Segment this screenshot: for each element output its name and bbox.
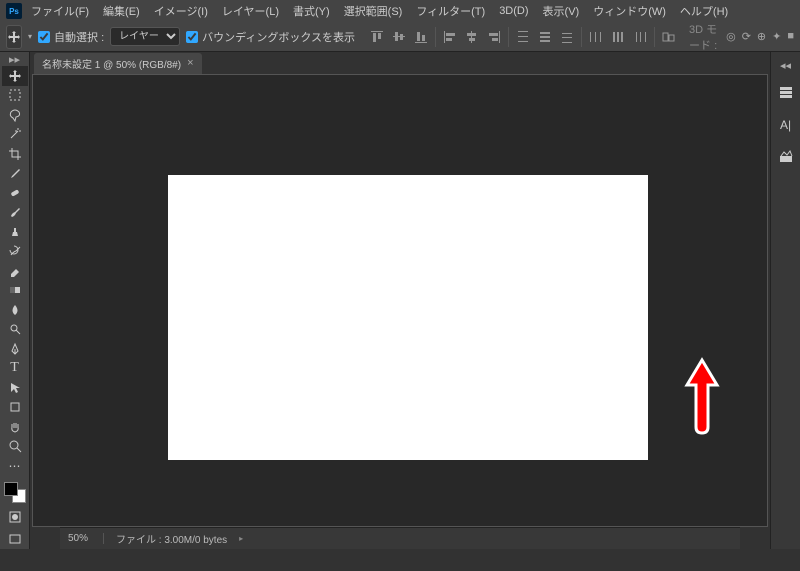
canvas-area[interactable] [32, 74, 768, 527]
lasso-tool[interactable] [2, 105, 28, 125]
distribute-top-icon[interactable] [513, 27, 533, 47]
menu-layer[interactable]: レイヤー(L) [217, 1, 284, 21]
scale-3d-icon[interactable]: ■ [787, 30, 794, 43]
foreground-color-swatch[interactable] [4, 482, 18, 496]
marquee-tool[interactable] [2, 86, 28, 106]
menu-bar: Ps ファイル(F) 編集(E) イメージ(I) レイヤー(L) 書式(Y) 選… [0, 0, 800, 22]
show-bounding-checkbox[interactable] [186, 31, 198, 43]
layer-select[interactable]: レイヤー [110, 27, 180, 46]
distribute-left-icon[interactable] [586, 27, 606, 47]
blur-tool[interactable] [2, 300, 28, 320]
menu-window[interactable]: ウィンドウ(W) [588, 1, 671, 21]
roll-3d-icon[interactable]: ⟳ [742, 30, 751, 43]
options-bar: ▾ 自動選択 : レイヤー バウンディングボックスを表示 3D モード : ◎ … [0, 22, 800, 52]
menu-edit[interactable]: 編集(E) [98, 1, 145, 21]
eyedropper-tool[interactable] [2, 164, 28, 184]
align-vcenter-icon[interactable] [389, 27, 409, 47]
auto-align-icon[interactable] [659, 27, 679, 47]
show-bounding-option[interactable]: バウンディングボックスを表示 [186, 29, 355, 45]
distribute-hcenter-icon[interactable] [608, 27, 628, 47]
show-bounding-label: バウンディングボックスを表示 [202, 29, 355, 45]
character-panel-icon[interactable]: A| [775, 114, 797, 136]
align-right-icon[interactable] [484, 27, 504, 47]
rectangle-tool[interactable] [2, 398, 28, 418]
brush-tool[interactable] [2, 203, 28, 223]
menu-type[interactable]: 書式(Y) [288, 1, 335, 21]
clone-stamp-tool[interactable] [2, 222, 28, 242]
menu-filter[interactable]: フィルター(T) [411, 1, 490, 21]
arrow-annotation [682, 355, 722, 435]
menu-image[interactable]: イメージ(I) [149, 1, 213, 21]
history-panel-icon[interactable] [775, 82, 797, 104]
auto-select-option[interactable]: 自動選択 : [38, 29, 104, 45]
adjustments-panel-icon[interactable] [775, 146, 797, 168]
align-group [367, 27, 679, 47]
menu-view[interactable]: 表示(V) [538, 1, 585, 21]
tools-panel: ▸▸ T ⋯ [0, 52, 30, 549]
quick-mask-icon[interactable] [2, 507, 28, 527]
close-tab-icon[interactable]: × [187, 57, 193, 69]
pen-tool[interactable] [2, 339, 28, 359]
eraser-tool[interactable] [2, 261, 28, 281]
tool-chevron-down-icon[interactable]: ▾ [28, 32, 32, 41]
workspace: 名称未設定 1 @ 50% (RGB/8#) × 50% ファイル : 3.00… [30, 52, 770, 549]
align-hcenter-icon[interactable] [462, 27, 482, 47]
align-top-icon[interactable] [367, 27, 387, 47]
zoom-tool[interactable] [2, 437, 28, 457]
slide-3d-icon[interactable]: ✦ [772, 30, 781, 43]
file-info[interactable]: ファイル : 3.00M/0 bytes [116, 531, 227, 546]
crop-tool[interactable] [2, 144, 28, 164]
align-bottom-icon[interactable] [411, 27, 431, 47]
pan-3d-icon[interactable]: ⊕ [757, 30, 766, 43]
document-canvas[interactable] [168, 175, 648, 460]
color-swatches[interactable] [4, 482, 26, 503]
document-tab-title: 名称未設定 1 @ 50% (RGB/8#) [42, 56, 181, 71]
hand-tool[interactable] [2, 417, 28, 437]
menu-select[interactable]: 選択範囲(S) [339, 1, 408, 21]
separator [435, 27, 436, 47]
wand-tool[interactable] [2, 125, 28, 145]
screen-mode-icon[interactable] [2, 529, 28, 549]
edit-toolbar-icon[interactable]: ⋯ [2, 456, 28, 476]
gradient-tool[interactable] [2, 281, 28, 301]
path-selection-tool[interactable] [2, 378, 28, 398]
auto-select-label: 自動選択 : [54, 29, 104, 45]
menu-file[interactable]: ファイル(F) [26, 1, 94, 21]
orbit-3d-icon[interactable]: ◎ [726, 30, 736, 43]
separator [508, 27, 509, 47]
move-tool[interactable] [2, 66, 28, 86]
type-tool[interactable]: T [2, 359, 28, 379]
zoom-level[interactable]: 50% [68, 533, 104, 544]
mode-3d-icons: ◎ ⟳ ⊕ ✦ ■ [726, 30, 794, 43]
panel-expand-icon[interactable]: ◂◂ [781, 58, 791, 72]
mode-3d-label: 3D モード : [689, 21, 720, 53]
document-tab[interactable]: 名称未設定 1 @ 50% (RGB/8#) × [34, 53, 202, 74]
dodge-tool[interactable] [2, 320, 28, 340]
status-bar: 50% ファイル : 3.00M/0 bytes ▸ [60, 527, 740, 549]
menu-help[interactable]: ヘルプ(H) [675, 1, 733, 21]
healing-brush-tool[interactable] [2, 183, 28, 203]
move-tool-icon[interactable] [6, 25, 22, 49]
auto-select-checkbox[interactable] [38, 31, 50, 43]
file-info-chevron-icon[interactable]: ▸ [239, 534, 243, 543]
app-logo: Ps [6, 3, 22, 19]
separator [654, 27, 655, 47]
toolbar-flyout-icon[interactable]: ▸▸ [2, 54, 28, 64]
menu-3d[interactable]: 3D(D) [494, 3, 533, 19]
document-tab-strip: 名称未設定 1 @ 50% (RGB/8#) × [30, 52, 770, 74]
right-panel-dock: ◂◂ A| [770, 52, 800, 549]
history-brush-tool[interactable] [2, 242, 28, 262]
align-left-icon[interactable] [440, 27, 460, 47]
distribute-vcenter-icon[interactable] [535, 27, 555, 47]
distribute-bottom-icon[interactable] [557, 27, 577, 47]
distribute-right-icon[interactable] [630, 27, 650, 47]
separator [581, 27, 582, 47]
